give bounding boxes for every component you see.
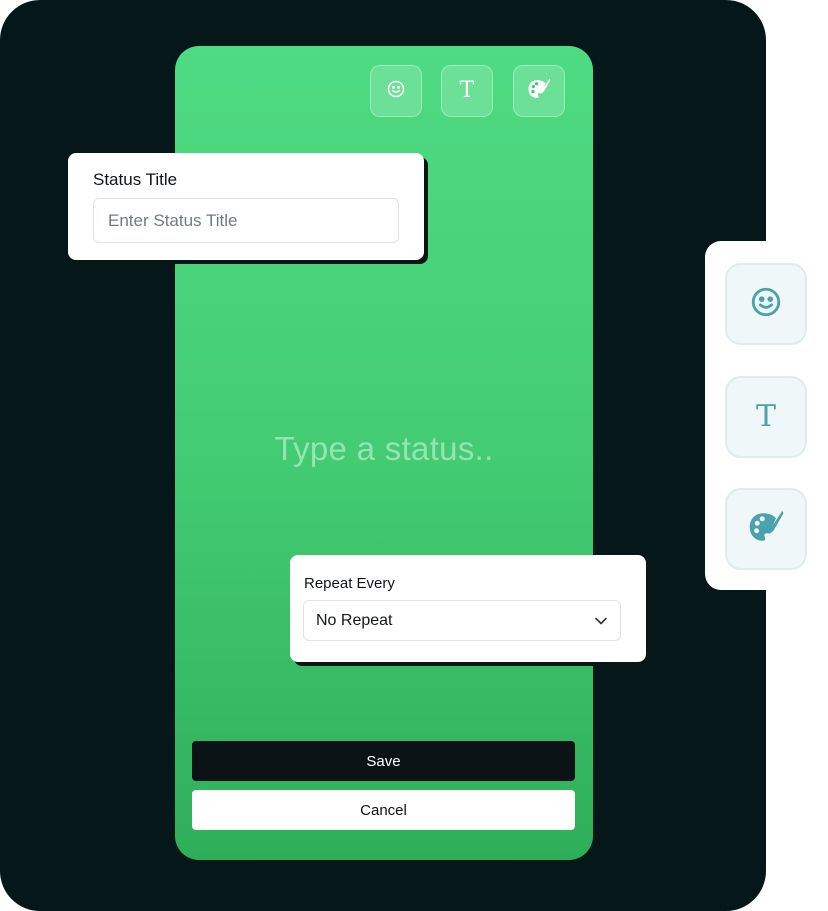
side-text-button[interactable]: T — [725, 376, 807, 458]
status-title-card: Status Title — [68, 153, 424, 260]
chevron-down-icon — [594, 614, 608, 628]
stage: T Type a status.. Status Title Repeat Ev… — [0, 0, 828, 911]
smiley-icon — [386, 79, 406, 104]
repeat-every-card: Repeat Every No Repeat — [290, 555, 646, 662]
save-button[interactable]: Save — [192, 741, 575, 781]
repeat-select-value: No Repeat — [316, 611, 393, 629]
palette-icon — [526, 76, 552, 107]
side-palette-button[interactable] — [725, 488, 807, 570]
color-tool-button[interactable] — [513, 65, 565, 117]
status-title-label: Status Title — [93, 170, 178, 189]
text-icon: T — [459, 78, 475, 103]
status-title-input[interactable] — [93, 198, 399, 243]
text-icon: T — [755, 399, 776, 434]
text-tool-button[interactable]: T — [441, 65, 493, 117]
side-emoji-button[interactable] — [725, 263, 807, 345]
side-toolbar: T — [705, 241, 828, 590]
emoji-tool-button[interactable] — [370, 65, 422, 117]
smiley-icon — [749, 285, 783, 324]
repeat-select[interactable]: No Repeat — [303, 600, 621, 641]
palette-icon — [746, 507, 786, 552]
repeat-every-label: Repeat Every — [304, 575, 395, 592]
status-text-placeholder[interactable]: Type a status.. — [175, 430, 593, 468]
cancel-button[interactable]: Cancel — [192, 790, 575, 830]
